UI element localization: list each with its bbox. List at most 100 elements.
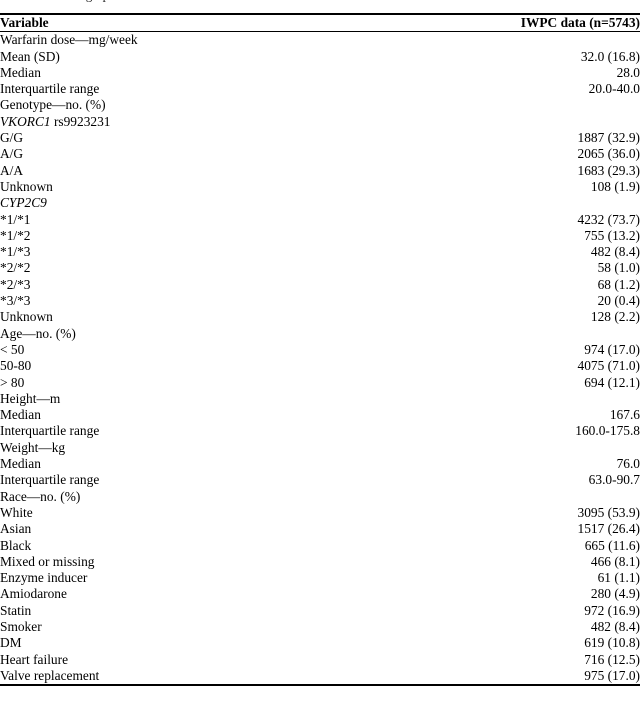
row-value [470, 97, 640, 113]
row-value: 4075 (71.0) [577, 358, 640, 374]
row-value [470, 195, 640, 211]
row-label: 50-80 [0, 358, 32, 374]
row-value: 167.6 [609, 407, 640, 423]
row-value: 128 (2.2) [590, 309, 640, 325]
row-label: A/A [0, 162, 24, 178]
table-row: Mean (SD) 32.0 (16.8) [0, 49, 640, 65]
table-caption-clipped: Table 1. Demographic and clinical charac… [0, 0, 640, 13]
table-row: > 80 694 (12.1) [0, 375, 640, 391]
column-header-value: IWPC data (n=5743) [470, 13, 640, 33]
row-label: Heart failure [0, 651, 69, 667]
table-row: *2/*3 68 (1.2) [0, 277, 640, 293]
table-row: Mixed or missing 466 (8.1) [0, 554, 640, 570]
row-label: Age—no. (%) [0, 325, 76, 341]
row-label: Asian [0, 521, 32, 537]
table-row: Weight—kg [0, 440, 640, 456]
table-row: VKORC1 rs9923231 [0, 114, 640, 130]
row-label: *1/*3 [0, 244, 31, 260]
row-value: 466 (8.1) [590, 553, 640, 569]
table-row: Interquartile range 20.0-40.0 [0, 81, 640, 97]
row-value: 974 (17.0) [584, 341, 640, 357]
table-row: Heart failure 716 (12.5) [0, 652, 640, 668]
row-label: DM [0, 635, 22, 651]
row-label: Median [0, 64, 41, 80]
row-label: Interquartile range [0, 81, 100, 97]
table-caption-text: Table 1. Demographic and clinical charac… [6, 0, 379, 3]
table-row: Asian 1517 (26.4) [0, 521, 640, 537]
row-value: 108 (1.9) [590, 178, 640, 194]
characteristics-table: Variable IWPC data (n=5743) Warfarin dos… [0, 13, 640, 687]
row-label: A/G [0, 146, 24, 162]
table-row: 50-80 4075 (71.0) [0, 358, 640, 374]
row-value: 482 (8.4) [590, 618, 640, 634]
row-label: Statin [0, 602, 32, 618]
table-row: A/G 2065 (36.0) [0, 146, 640, 162]
row-value: 694 (12.1) [584, 374, 640, 390]
table-row: Genotype—no. (%) [0, 97, 640, 113]
table-row: Valve replacement 975 (17.0) [0, 667, 640, 687]
table-row: A/A 1683 (29.3) [0, 163, 640, 179]
table-row: Smoker 482 (8.4) [0, 619, 640, 635]
row-label: Mixed or missing [0, 553, 95, 569]
row-value [470, 440, 640, 456]
row-value: 975 (17.0) [470, 667, 640, 687]
row-value: 3095 (53.9) [577, 504, 640, 520]
table-row: Interquartile range 63.0-90.7 [0, 472, 640, 488]
row-value: 972 (16.9) [584, 602, 640, 618]
row-label: G/G [0, 130, 24, 146]
table-row: Warfarin dose—mg/week [0, 32, 640, 49]
table-header-row: Variable IWPC data (n=5743) [0, 13, 640, 33]
row-label: Warfarin dose—mg/week [0, 32, 138, 48]
row-value: 20 (0.4) [597, 293, 640, 309]
table-row: Statin 972 (16.9) [0, 603, 640, 619]
row-value: 716 (12.5) [584, 651, 640, 667]
row-label: Height—m [0, 390, 61, 406]
row-label: Mean (SD) [0, 48, 60, 64]
table-row: Amiodarone 280 (4.9) [0, 586, 640, 602]
row-value: 665 (11.6) [584, 537, 640, 553]
row-value: 619 (10.8) [584, 635, 640, 651]
table-row: Unknown 128 (2.2) [0, 309, 640, 325]
row-label: *3/*3 [0, 293, 31, 309]
row-value: 1887 (32.9) [577, 130, 640, 146]
table-row: G/G 1887 (32.9) [0, 130, 640, 146]
table-row: *1/*1 4232 (73.7) [0, 212, 640, 228]
table-row: Unknown 108 (1.9) [0, 179, 640, 195]
table-row: Age—no. (%) [0, 326, 640, 342]
row-value: 28.0 [616, 64, 640, 80]
table-row: Height—m [0, 391, 640, 407]
row-label: CYP2C9 [0, 195, 470, 211]
row-value: 2065 (36.0) [577, 146, 640, 162]
row-value: 58 (1.0) [597, 260, 640, 276]
row-value: 61 (1.1) [597, 570, 640, 586]
row-label: Unknown [0, 178, 53, 194]
row-value: 1683 (29.3) [577, 162, 640, 178]
caption-body: Demographic and clinical characteristics… [50, 0, 379, 2]
row-value: 32.0 (16.8) [580, 48, 640, 64]
table-row: *1/*3 482 (8.4) [0, 244, 640, 260]
row-label: Genotype—no. (%) [0, 97, 106, 113]
row-value: 76.0 [616, 456, 640, 472]
table-row: CYP2C9 [0, 195, 640, 211]
row-label: Smoker [0, 618, 42, 634]
row-label: *2/*3 [0, 276, 31, 292]
rsid-label: rs9923231 [50, 113, 111, 129]
table-row: Median 76.0 [0, 456, 640, 472]
row-label: Interquartile range [0, 472, 100, 488]
table-row: < 50 974 (17.0) [0, 342, 640, 358]
row-label: < 50 [0, 341, 25, 357]
row-value: 1517 (26.4) [577, 521, 640, 537]
table-row: White 3095 (53.9) [0, 505, 640, 521]
row-value: 280 (4.9) [590, 586, 640, 602]
row-label: White [0, 504, 33, 520]
row-label: Median [0, 407, 41, 423]
row-value: 68 (1.2) [597, 276, 640, 292]
row-value [470, 391, 640, 407]
row-label: Valve replacement [0, 667, 470, 687]
table-row: *2/*2 58 (1.0) [0, 260, 640, 276]
gene-name: VKORC1 [0, 113, 51, 129]
table-row: *3/*3 20 (0.4) [0, 293, 640, 309]
row-value: 755 (13.2) [584, 227, 640, 243]
caption-label: Table 1. [6, 0, 50, 2]
row-value [470, 32, 640, 49]
